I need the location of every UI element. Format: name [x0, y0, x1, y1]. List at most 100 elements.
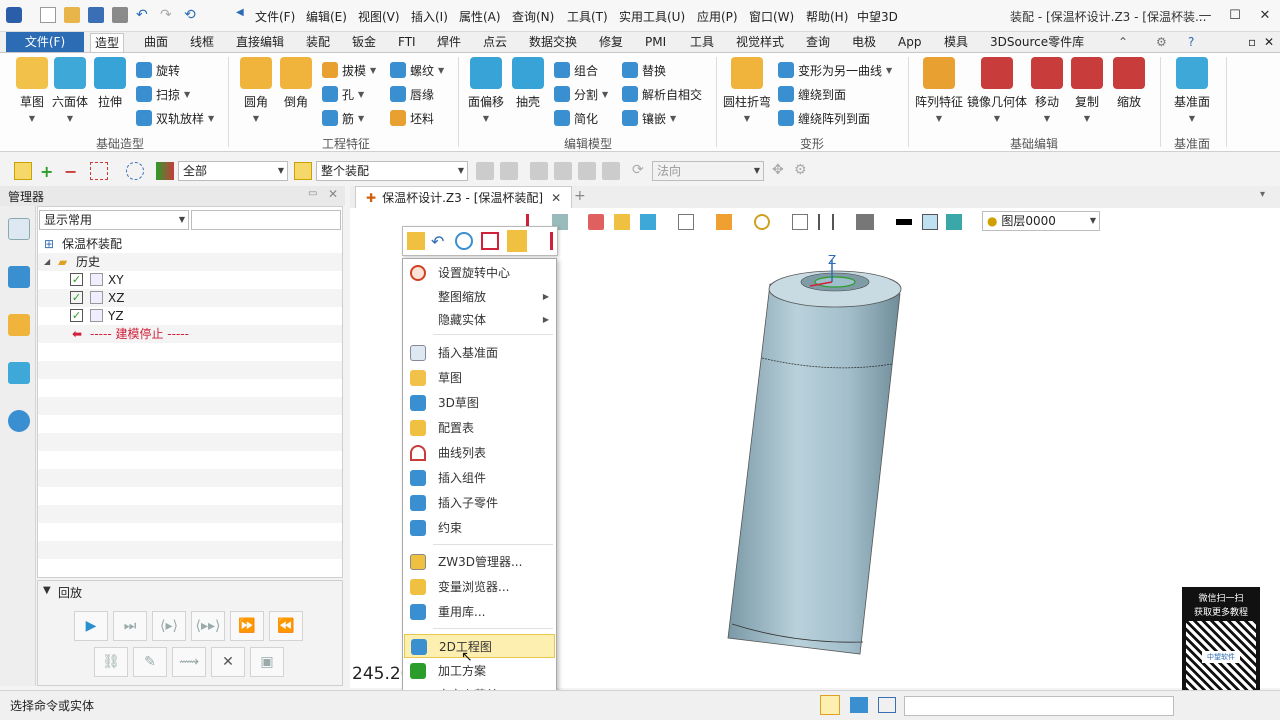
- deform-to-curve-button[interactable]: 变形为另一曲线 ▼: [778, 60, 892, 80]
- tab-weldment[interactable]: 焊件: [433, 33, 465, 52]
- menu-file[interactable]: 文件(F): [255, 8, 295, 25]
- sweep-button[interactable]: 扫掠 ▼: [136, 84, 190, 104]
- minimize-button[interactable]: —: [1190, 4, 1220, 28]
- tree-node-assembly[interactable]: ⊞ 保温杯装配: [38, 235, 342, 253]
- tab-query[interactable]: 查询: [802, 33, 834, 52]
- replay-step-button[interactable]: ⟨▸⟩: [152, 611, 186, 641]
- tab-visual-style[interactable]: 视觉样式: [732, 33, 788, 52]
- tree-node-history[interactable]: ◢ ▰ 历史: [38, 253, 342, 271]
- close-doc-icon[interactable]: ✕: [1260, 33, 1278, 52]
- filter-icon[interactable]: [156, 162, 174, 180]
- section-view-icon[interactable]: [818, 214, 834, 230]
- lasso-select-icon[interactable]: [126, 162, 144, 180]
- help-icon[interactable]: ?: [1184, 33, 1198, 52]
- tab-sheet-metal[interactable]: 钣金: [348, 33, 380, 52]
- checkbox-icon[interactable]: ✓: [70, 273, 83, 286]
- hole-button[interactable]: 孔 ▼: [322, 84, 364, 104]
- tab-file[interactable]: 文件(F): [6, 32, 84, 52]
- lip-button[interactable]: 唇缘: [390, 84, 434, 104]
- open-file-icon[interactable]: [64, 7, 80, 23]
- menu-edit[interactable]: 编辑(E): [306, 8, 347, 25]
- tab-overflow-icon[interactable]: ▾: [1260, 189, 1265, 200]
- menu-view[interactable]: 视图(V): [358, 8, 400, 25]
- document-tab-close-icon[interactable]: ✕: [551, 191, 561, 205]
- close-button[interactable]: ✕: [1250, 4, 1280, 28]
- shaded-cube-icon[interactable]: [614, 214, 630, 230]
- mini-clipboard-icon[interactable]: [507, 230, 527, 252]
- user-icon[interactable]: [8, 410, 30, 432]
- tree-node-xz[interactable]: ✓ XZ: [38, 289, 342, 307]
- new-tab-icon[interactable]: +: [574, 188, 586, 204]
- mini-rotate-icon[interactable]: [455, 232, 473, 250]
- ctx-zw3d-manager[interactable]: ZW3D管理器...: [404, 550, 555, 574]
- tree-search-input[interactable]: [191, 210, 341, 230]
- rib-button[interactable]: 筋 ▼: [322, 108, 364, 128]
- menu-zw3d[interactable]: 中望3D: [857, 8, 898, 25]
- mini-exit-icon[interactable]: [533, 232, 553, 250]
- tab-point-cloud[interactable]: 点云: [479, 33, 511, 52]
- menu-tools[interactable]: 工具(T): [567, 8, 608, 25]
- color-tool-icon[interactable]: [946, 214, 962, 230]
- tab-repair[interactable]: 修复: [595, 33, 627, 52]
- pen-icon[interactable]: [588, 214, 604, 230]
- document-tab[interactable]: ✚ 保温杯设计.Z3 - [保温杯装配] ✕: [355, 186, 573, 208]
- edit-button[interactable]: ✎: [133, 647, 167, 677]
- settings-gear-icon[interactable]: ⚙: [1152, 33, 1171, 52]
- menu-query[interactable]: 查询(N): [512, 8, 554, 25]
- replay-collapse-icon[interactable]: ▼: [43, 585, 51, 596]
- replay-loop-button[interactable]: ⟨▸▸⟩: [191, 611, 225, 641]
- filter-combo[interactable]: 全部 ▼: [178, 161, 288, 181]
- status-list-icon[interactable]: [878, 697, 896, 713]
- print-icon[interactable]: [112, 7, 128, 23]
- tree-node-rollback-marker[interactable]: ⬅ ----- 建模停止 -----: [38, 325, 342, 343]
- render-icon[interactable]: [754, 214, 770, 230]
- ctx-machining-plan[interactable]: 加工方案: [404, 659, 555, 683]
- wrap-pattern-button[interactable]: 缠绕阵列到面: [778, 108, 870, 128]
- copy-button[interactable]: 复制 ▼: [1070, 57, 1104, 123]
- restore-doc-icon[interactable]: ▫: [1244, 33, 1260, 52]
- undo-icon[interactable]: ↶: [136, 7, 152, 23]
- save-icon[interactable]: [88, 7, 104, 23]
- background-color-icon[interactable]: [922, 214, 938, 230]
- menu-utilities[interactable]: 实用工具(U): [619, 8, 685, 25]
- delete-button[interactable]: ✕: [211, 647, 245, 677]
- ctx-zoom-all[interactable]: 整图缩放 ▶: [404, 285, 555, 309]
- exchange-icon[interactable]: [8, 362, 30, 384]
- assembly-scope-combo[interactable]: 整个装配 ▼: [316, 161, 468, 181]
- simplify-button[interactable]: 简化: [554, 108, 598, 128]
- fast-forward-button[interactable]: ⏩: [230, 611, 264, 641]
- wrap-to-face-button[interactable]: 缠绕到面: [778, 84, 846, 104]
- mini-edit-icon[interactable]: [481, 232, 499, 250]
- tree-node-yz[interactable]: ✓ YZ: [38, 307, 342, 325]
- ctx-3d-sketch[interactable]: 3D草图: [404, 391, 555, 415]
- replace-button[interactable]: 替换: [622, 60, 666, 80]
- tab-assembly[interactable]: 装配: [302, 33, 334, 52]
- stock-button[interactable]: 坯料: [390, 108, 434, 128]
- mini-undo-icon[interactable]: ↶: [431, 232, 449, 251]
- orientation-cube-icon[interactable]: [716, 214, 732, 230]
- tab-app[interactable]: App: [894, 33, 925, 52]
- menu-help[interactable]: 帮助(H): [806, 8, 848, 25]
- new-file-icon[interactable]: [40, 7, 56, 23]
- layer-combo[interactable]: ● 图层0000 ▼: [982, 211, 1100, 231]
- tree-node-xy[interactable]: ✓ XY: [38, 271, 342, 289]
- manager-pin-icon[interactable]: ▭: [308, 188, 317, 199]
- tab-direct-edit[interactable]: 直接编辑: [232, 33, 288, 52]
- checkbox-icon[interactable]: ✓: [70, 309, 83, 322]
- tab-wireframe[interactable]: 线框: [186, 33, 218, 52]
- menu-insert[interactable]: 插入(I): [411, 8, 448, 25]
- redo-icon[interactable]: ↷: [160, 7, 176, 23]
- tab-tools[interactable]: 工具: [686, 33, 718, 52]
- ctx-config-table[interactable]: 配置表: [404, 416, 555, 440]
- menu-collapse-icon[interactable]: ◀: [236, 7, 252, 23]
- revolve-button[interactable]: 旋转: [136, 60, 180, 80]
- line-style-icon[interactable]: [896, 219, 912, 225]
- ctx-insert-datum[interactable]: 插入基准面: [404, 341, 555, 365]
- link-button[interactable]: ⛓: [94, 647, 128, 677]
- pattern-feature-button[interactable]: 阵列特征 ▼: [914, 57, 964, 123]
- assembly-tree-icon[interactable]: [8, 266, 30, 288]
- cylinder-bend-button[interactable]: 圆柱折弯 ▼: [722, 57, 772, 123]
- history-tree-icon[interactable]: [8, 218, 30, 240]
- self-intersect-button[interactable]: 解析自相交: [622, 84, 702, 104]
- ctx-hide-entity[interactable]: 隐藏实体 ▶: [404, 308, 555, 332]
